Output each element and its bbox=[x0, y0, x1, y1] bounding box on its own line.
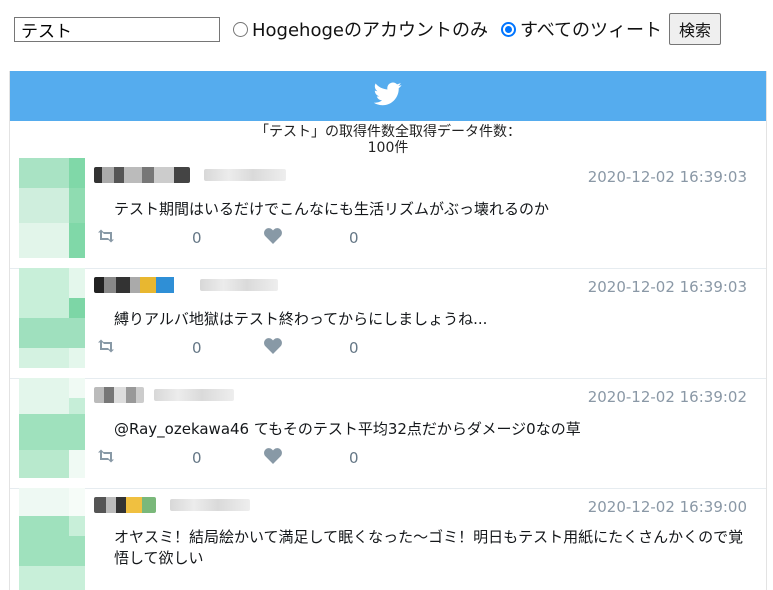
tweet-text: オヤスミ！結局絵かいて満足して眠くなった〜ゴミ！明日もテスト用紙にたくさんかくの… bbox=[114, 528, 744, 567]
user-name-row bbox=[94, 274, 278, 296]
user-name bbox=[94, 167, 190, 183]
results-card: 「テスト」の取得件数全取得データ件数： 100件 2020-12-02 16:3… bbox=[9, 71, 767, 590]
user-name bbox=[94, 387, 144, 403]
user-handle bbox=[170, 499, 250, 511]
option-all-tweets-label: すべてのツィート bbox=[519, 20, 662, 41]
twitter-header bbox=[10, 71, 766, 121]
tweet-item: 2020-12-02 16:39:02 @Ray_ozekawa46 てもそのテ… bbox=[10, 378, 766, 489]
like-count: 0 bbox=[349, 449, 359, 467]
retweet-icon[interactable] bbox=[96, 226, 116, 250]
option-all-tweets[interactable]: すべてのツィート bbox=[500, 16, 662, 42]
summary-line-2: 100件 bbox=[367, 140, 409, 156]
tweet-date: 2020-12-02 16:39:00 bbox=[587, 498, 747, 516]
heart-icon[interactable] bbox=[263, 226, 283, 250]
tweet-actions: 0 0 bbox=[96, 226, 396, 248]
retweet-count: 0 bbox=[192, 339, 202, 357]
tweet-date: 2020-12-02 16:39:02 bbox=[587, 388, 747, 406]
summary-line-1: 「テスト」の取得件数全取得データ件数： bbox=[255, 124, 521, 140]
avatar[interactable] bbox=[19, 268, 85, 368]
user-name-row bbox=[94, 494, 250, 516]
user-handle bbox=[200, 279, 278, 291]
retweet-icon[interactable] bbox=[96, 446, 116, 470]
tweet-text: @Ray_ozekawa46 てもそのテスト平均32点だからダメージ0なの草 bbox=[114, 420, 581, 438]
heart-icon[interactable] bbox=[263, 446, 283, 470]
tweet-text: テスト期間はいるだけでこんなにも生活リズムがぶっ壊れるのか bbox=[114, 200, 550, 218]
user-name bbox=[94, 277, 186, 293]
tweet-date: 2020-12-02 16:39:03 bbox=[587, 168, 747, 186]
tweet-text: 縛りアルバ地獄はテスト終わってからにしましょうね... bbox=[114, 310, 488, 328]
twitter-bird-icon bbox=[373, 82, 402, 110]
tweet-date: 2020-12-02 16:39:03 bbox=[587, 278, 747, 296]
avatar[interactable] bbox=[19, 378, 85, 478]
retweet-icon[interactable] bbox=[96, 336, 116, 360]
retweet-count: 0 bbox=[192, 229, 202, 247]
user-name-row bbox=[94, 164, 286, 186]
result-summary: 「テスト」の取得件数全取得データ件数： 100件 bbox=[10, 124, 766, 156]
avatar[interactable] bbox=[19, 488, 85, 590]
user-name-row bbox=[94, 384, 234, 406]
radio-all-tweets[interactable] bbox=[500, 21, 516, 37]
search-form: Hogehogeのアカウントのみ すべてのツィート 検索 bbox=[14, 13, 773, 45]
tweet-item: 2020-12-02 16:39:00 オヤスミ！結局絵かいて満足して眠くなった… bbox=[10, 488, 766, 590]
tweet-item: 2020-12-02 16:39:03 縛りアルバ地獄はテスト終わってからにしま… bbox=[10, 268, 766, 379]
tweet-item: 2020-12-02 16:39:03 テスト期間はいるだけでこんなにも生活リズ… bbox=[10, 158, 766, 269]
retweet-count: 0 bbox=[192, 449, 202, 467]
search-input[interactable] bbox=[14, 16, 220, 42]
avatar[interactable] bbox=[19, 158, 85, 258]
radio-account-only[interactable] bbox=[233, 21, 248, 37]
option-account-only-label: Hogehogeのアカウントのみ bbox=[252, 20, 488, 41]
tweet-actions: 0 0 bbox=[96, 446, 396, 468]
user-name bbox=[94, 497, 156, 513]
user-handle bbox=[154, 389, 234, 401]
like-count: 0 bbox=[349, 339, 359, 357]
user-handle bbox=[204, 169, 286, 181]
heart-icon[interactable] bbox=[263, 336, 283, 360]
option-account-only[interactable]: Hogehogeのアカウントのみ bbox=[233, 16, 488, 42]
search-button[interactable]: 検索 bbox=[669, 13, 722, 45]
tweet-actions: 0 0 bbox=[96, 336, 396, 358]
like-count: 0 bbox=[349, 229, 359, 247]
